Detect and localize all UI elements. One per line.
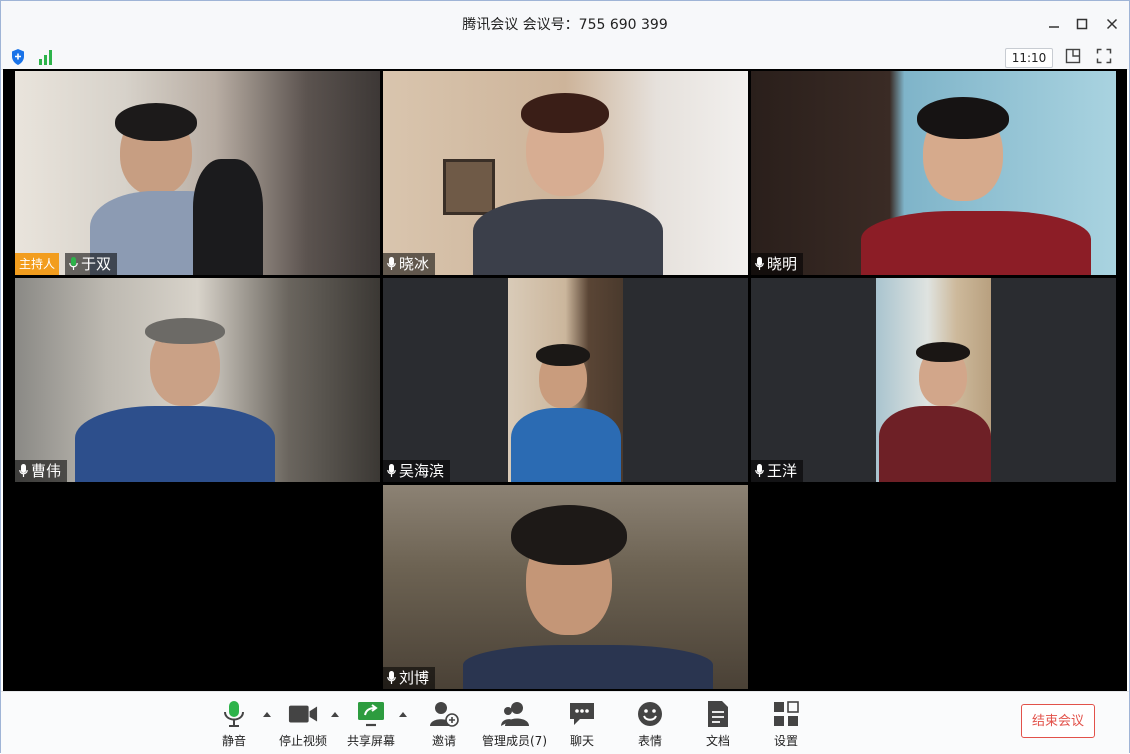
video-tile[interactable]: 王洋 [751, 278, 1116, 482]
participant-nametag: 于双 [65, 253, 118, 275]
mic-icon [387, 257, 396, 270]
minimize-button[interactable] [1041, 11, 1067, 37]
participant-nametag: 刘博 [383, 667, 436, 689]
layout-view-icon[interactable] [1065, 48, 1083, 66]
close-button[interactable] [1099, 11, 1125, 37]
participant-name: 王洋 [767, 462, 798, 480]
video-tile[interactable]: 晓明 [751, 71, 1116, 275]
participant-nametag: 晓明 [751, 253, 804, 275]
manage-members-button[interactable]: 管理成员(7) [482, 700, 547, 749]
chat-bubble-icon [567, 700, 597, 728]
participant-name: 吴海滨 [399, 462, 445, 480]
minimize-icon [1049, 26, 1059, 28]
participant-name: 晓明 [767, 255, 798, 273]
chat-button[interactable]: 聊天 [567, 700, 597, 749]
meeting-clock: 11:10 [1005, 48, 1053, 68]
invite-button[interactable]: 邀请 [429, 700, 459, 749]
meeting-toolbar: 静音 停止视频 共享屏幕 邀请 管理成员(7) 聊天 表情 文档 设置 结束会议 [1, 691, 1129, 754]
share-screen-label: 共享屏幕 [347, 734, 396, 748]
microphone-icon [219, 700, 249, 728]
network-signal-icon[interactable] [37, 48, 55, 66]
members-icon [500, 700, 530, 728]
share-screen-icon [356, 700, 386, 728]
video-options-caret[interactable] [331, 712, 339, 717]
video-tile[interactable]: 晓冰 [383, 71, 748, 275]
video-tile[interactable]: 吴海滨 [383, 278, 748, 482]
wall-picture [443, 159, 495, 215]
participant-nametag: 王洋 [751, 460, 804, 482]
share-screen-button[interactable]: 共享屏幕 [347, 700, 395, 749]
video-camera-icon [288, 700, 318, 728]
video-tile[interactable]: 主持人 于双 [15, 71, 380, 275]
participant-name: 曹伟 [31, 462, 62, 480]
status-bar: 11:10 [1, 45, 1129, 70]
mic-icon [387, 464, 396, 477]
participant-name: 晓冰 [399, 255, 430, 273]
participant-nametag: 吴海滨 [383, 460, 451, 482]
mic-icon [755, 464, 764, 477]
participant-name: 刘博 [399, 669, 430, 687]
stop-video-label: 停止视频 [279, 734, 328, 748]
smiley-face-icon [635, 700, 665, 728]
reactions-button[interactable]: 表情 [635, 700, 665, 749]
video-tile[interactable]: 刘博 [383, 485, 748, 689]
mic-icon [387, 671, 396, 684]
mic-icon [755, 257, 764, 270]
share-options-caret[interactable] [399, 712, 407, 717]
invite-label: 邀请 [431, 734, 456, 748]
participant-name: 于双 [81, 255, 112, 273]
add-user-icon [429, 700, 459, 728]
settings-button[interactable]: 设置 [771, 700, 801, 749]
video-grid: 主持人 于双 晓冰 晓明 曹伟 吴海滨 王洋 刘博 [3, 69, 1127, 691]
title-bar: 腾讯会议 会议号：755 690 399 [1, 1, 1129, 45]
participant-nametag: 曹伟 [15, 460, 68, 482]
participant-nametag: 晓冰 [383, 253, 436, 275]
manage-members-label: 管理成员(7) [482, 734, 547, 748]
mic-icon [19, 464, 28, 477]
security-shield-icon[interactable] [10, 48, 28, 66]
fullscreen-icon[interactable] [1096, 48, 1114, 66]
stop-video-button[interactable]: 停止视频 [279, 700, 327, 749]
audio-options-caret[interactable] [263, 712, 271, 717]
settings-label: 设置 [773, 734, 798, 748]
mic-on-icon [69, 257, 78, 270]
chat-label: 聊天 [569, 734, 594, 748]
host-badge: 主持人 [15, 253, 60, 275]
mute-button[interactable]: 静音 [219, 700, 249, 749]
window-title: 腾讯会议 会议号：755 690 399 [462, 17, 668, 33]
documents-label: 文档 [705, 734, 730, 748]
maximize-button[interactable] [1069, 11, 1095, 37]
end-meeting-button[interactable]: 结束会议 [1021, 704, 1095, 738]
documents-button[interactable]: 文档 [703, 700, 733, 749]
mute-label: 静音 [221, 734, 246, 748]
meeting-window: 腾讯会议 会议号：755 690 399 11:10 主持人 于双 晓冰 晓明 … [0, 0, 1130, 754]
document-icon [703, 700, 733, 728]
close-icon [1106, 18, 1118, 30]
reactions-label: 表情 [637, 734, 662, 748]
grid-settings-icon [771, 700, 801, 728]
maximize-icon [1076, 18, 1088, 30]
video-tile[interactable]: 曹伟 [15, 278, 380, 482]
